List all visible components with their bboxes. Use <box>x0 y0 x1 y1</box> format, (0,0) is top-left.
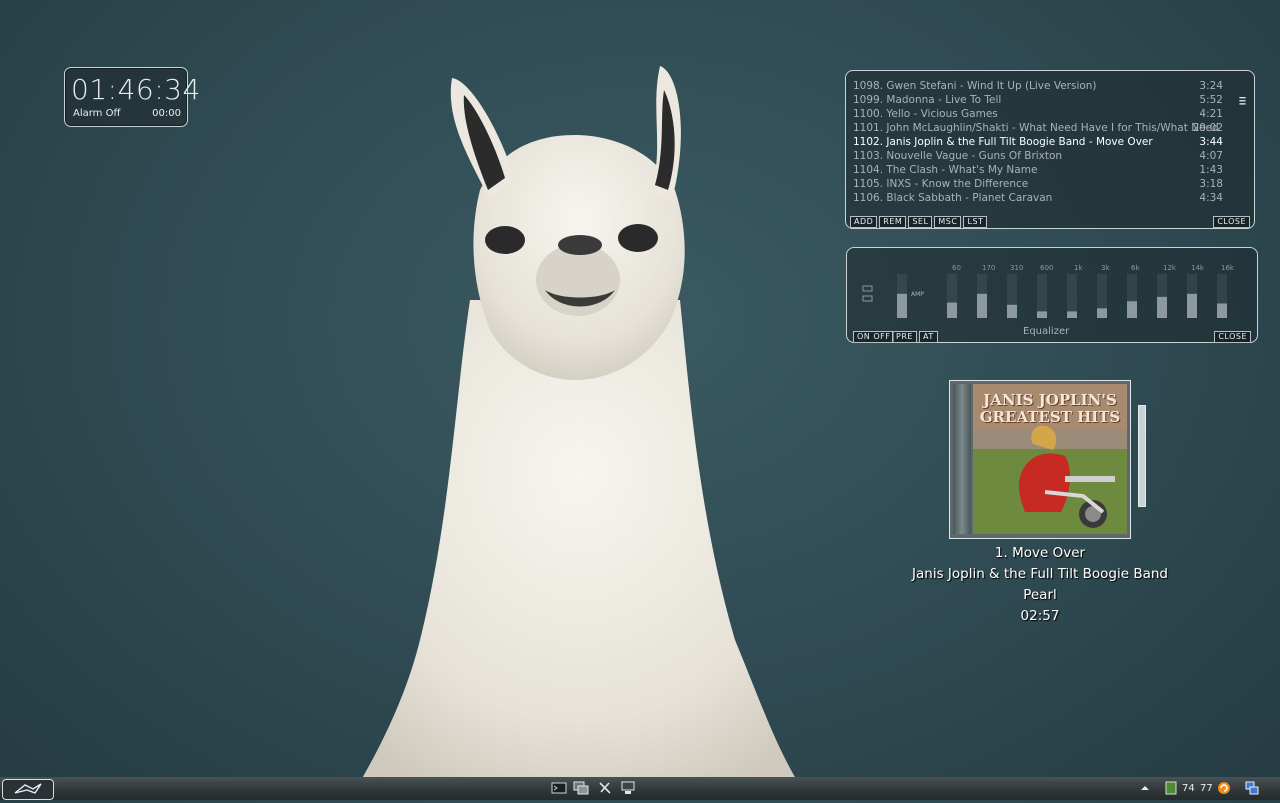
playlist-row[interactable]: 1101. John McLaughlin/Shakti - What Need… <box>853 122 1223 136</box>
alarm-time[interactable]: 00:00 <box>152 108 181 119</box>
playlist-row[interactable]: 1103. Nouvelle Vague - Guns Of Brixton 4:… <box>853 150 1223 164</box>
eq-onoff-button[interactable]: ON OFF <box>853 331 895 343</box>
playlist-row-title: 1104. The Clash - What's My Name <box>853 164 1038 176</box>
cover-title-line-2: GREATEST HITS <box>979 408 1121 426</box>
playlist-row[interactable]: 1105. INXS - Know the Difference 3:18 <box>853 178 1223 192</box>
now-playing-info: 1. Move Over Janis Joplin & the Full Til… <box>880 543 1200 627</box>
amp-label: AMP <box>911 291 924 298</box>
tools-icon[interactable] <box>597 781 613 795</box>
playlist-close-button[interactable]: CLOSE <box>1213 216 1250 228</box>
playlist-row-duration: 3:24 <box>1199 80 1223 92</box>
playlist-row-duration: 4:07 <box>1199 150 1223 162</box>
album-cover-art: JANIS JOPLIN'S GREATEST HITS <box>973 384 1127 534</box>
eq-band-slider[interactable] <box>1217 274 1227 318</box>
cd-case-spine <box>953 384 971 534</box>
playlist-row[interactable]: 1099. Madonna - Live To Tell 5:52 <box>853 94 1223 108</box>
eq-freq-label: 1k <box>1074 264 1083 272</box>
start-button[interactable] <box>2 779 54 800</box>
track-elapsed-time: 02:57 <box>1020 608 1060 624</box>
playlist-row-title: 1098. Gwen Stefani - Wind It Up (Live Ve… <box>853 80 1097 92</box>
eq-band-slider[interactable] <box>977 274 987 318</box>
my-computer-icon[interactable] <box>620 781 636 795</box>
eq-band-slider[interactable] <box>1187 274 1197 318</box>
playlist-row-duration: 3:44 <box>1199 136 1223 148</box>
select-button[interactable]: SEL <box>908 216 933 228</box>
eq-freq-label: 310 <box>1010 264 1024 272</box>
eq-graph-icon[interactable] <box>862 295 873 302</box>
cover-scrollbar[interactable] <box>1138 405 1146 507</box>
playlist-row-title: 1103. Nouvelle Vague - Guns Of Brixton <box>853 150 1063 162</box>
misc-button[interactable]: MSC <box>934 216 962 228</box>
tray-network-icon[interactable] <box>1244 781 1260 795</box>
remove-button[interactable]: REM <box>879 216 907 228</box>
track-album: Pearl <box>1023 587 1057 603</box>
add-button[interactable]: ADD <box>850 216 878 228</box>
tray-update-icon[interactable] <box>1216 781 1232 795</box>
eq-preset-icon[interactable] <box>862 285 873 292</box>
eq-band-slider[interactable] <box>1037 274 1047 318</box>
playlist-row-duration: 5:52 <box>1199 94 1223 106</box>
eq-preset-button[interactable]: PRE <box>892 331 917 343</box>
eq-freq-label: 3k <box>1101 264 1110 272</box>
album-cover-title: JANIS JOPLIN'S GREATEST HITS <box>973 392 1127 426</box>
eq-freq-label: 14k <box>1191 264 1204 272</box>
cover-title-line-1: JANIS JOPLIN'S <box>983 391 1117 409</box>
playlist-row-duration: 1:43 <box>1199 164 1223 176</box>
playlist-row[interactable]: 1098. Gwen Stefani - Wind It Up (Live Ve… <box>853 80 1223 94</box>
eq-band-slider[interactable] <box>1097 274 1107 318</box>
track-artist: Janis Joplin & the Full Tilt Boogie Band <box>912 566 1168 582</box>
playlist-row-title: 1100. Yello - Vicious Games <box>853 108 998 120</box>
playlist-row[interactable]: 1104. The Clash - What's My Name 1:43 <box>853 164 1223 178</box>
clock-widget[interactable]: 01:46:34 Alarm Off 00:00 <box>64 67 200 127</box>
playlist-row-current[interactable]: 1102. Janis Joplin & the Full Tilt Boogi… <box>853 136 1223 150</box>
playlist-row-title: 1105. INXS - Know the Difference <box>853 178 1029 190</box>
playlist-row-duration: 4:21 <box>1199 108 1223 120</box>
eq-freq-label: 6k <box>1131 264 1140 272</box>
list-button[interactable]: LST <box>963 216 988 228</box>
playlist-panel: 1098. Gwen Stefani - Wind It Up (Live Ve… <box>845 70 1255 229</box>
tray-value-1: 74 <box>1182 783 1195 794</box>
eq-freq-label: 60 <box>952 264 961 272</box>
equalizer-title: Equalizer <box>1023 326 1070 337</box>
playlist-scroll-handle[interactable] <box>1239 97 1246 105</box>
tray-monitor-icon[interactable] <box>1165 781 1177 795</box>
tray-expand-icon[interactable] <box>1140 781 1150 795</box>
clock-time: 01:46:34 <box>71 73 201 106</box>
eq-close-button[interactable]: CLOSE <box>1214 331 1251 343</box>
taskbar: 74 77 <box>0 777 1280 800</box>
eq-freq-label: 170 <box>982 264 996 272</box>
playlist-row-duration: 3:18 <box>1199 178 1223 190</box>
console-icon[interactable] <box>551 781 567 795</box>
eq-band-slider[interactable] <box>1127 274 1137 318</box>
eq-band-slider[interactable] <box>1157 274 1167 318</box>
windows-logo-icon <box>14 783 42 794</box>
eq-band-slider[interactable] <box>947 274 957 318</box>
windows-switch-icon[interactable] <box>573 781 589 795</box>
eq-preamp-slider[interactable] <box>897 274 907 318</box>
playlist-row[interactable]: 1106. Black Sabbath - Planet Caravan 4:34 <box>853 192 1223 206</box>
eq-auto-button[interactable]: AT <box>919 331 938 343</box>
tray-value-2: 77 <box>1200 783 1213 794</box>
alarm-status[interactable]: Alarm Off <box>73 108 120 119</box>
album-cover-widget[interactable]: JANIS JOPLIN'S GREATEST HITS <box>949 380 1131 539</box>
eq-freq-label: 16k <box>1221 264 1234 272</box>
playlist-row-title: 1101. John McLaughlin/Shakti - What Need… <box>853 122 1223 134</box>
eq-freq-label: 12k <box>1163 264 1176 272</box>
playlist-row-duration: 29:02 <box>1192 122 1223 134</box>
playlist-row-title: 1099. Madonna - Live To Tell <box>853 94 1002 106</box>
playlist-row-title: 1102. Janis Joplin & the Full Tilt Boogi… <box>853 136 1153 148</box>
eq-band-slider[interactable] <box>1007 274 1017 318</box>
eq-freq-label: 600 <box>1040 264 1054 272</box>
equalizer-panel: AMP 60 170 310 600 1k 3k 6k 12k 14k 16k … <box>846 247 1258 343</box>
playlist-button-bar: ADD REM SEL MSC LST <box>850 216 988 228</box>
track-title: 1. Move Over <box>994 545 1086 561</box>
playlist-row[interactable]: 1100. Yello - Vicious Games 4:21 <box>853 108 1223 122</box>
playlist-row-duration: 4:34 <box>1199 192 1223 204</box>
playlist-row-title: 1106. Black Sabbath - Planet Caravan <box>853 192 1053 204</box>
eq-band-slider[interactable] <box>1067 274 1077 318</box>
